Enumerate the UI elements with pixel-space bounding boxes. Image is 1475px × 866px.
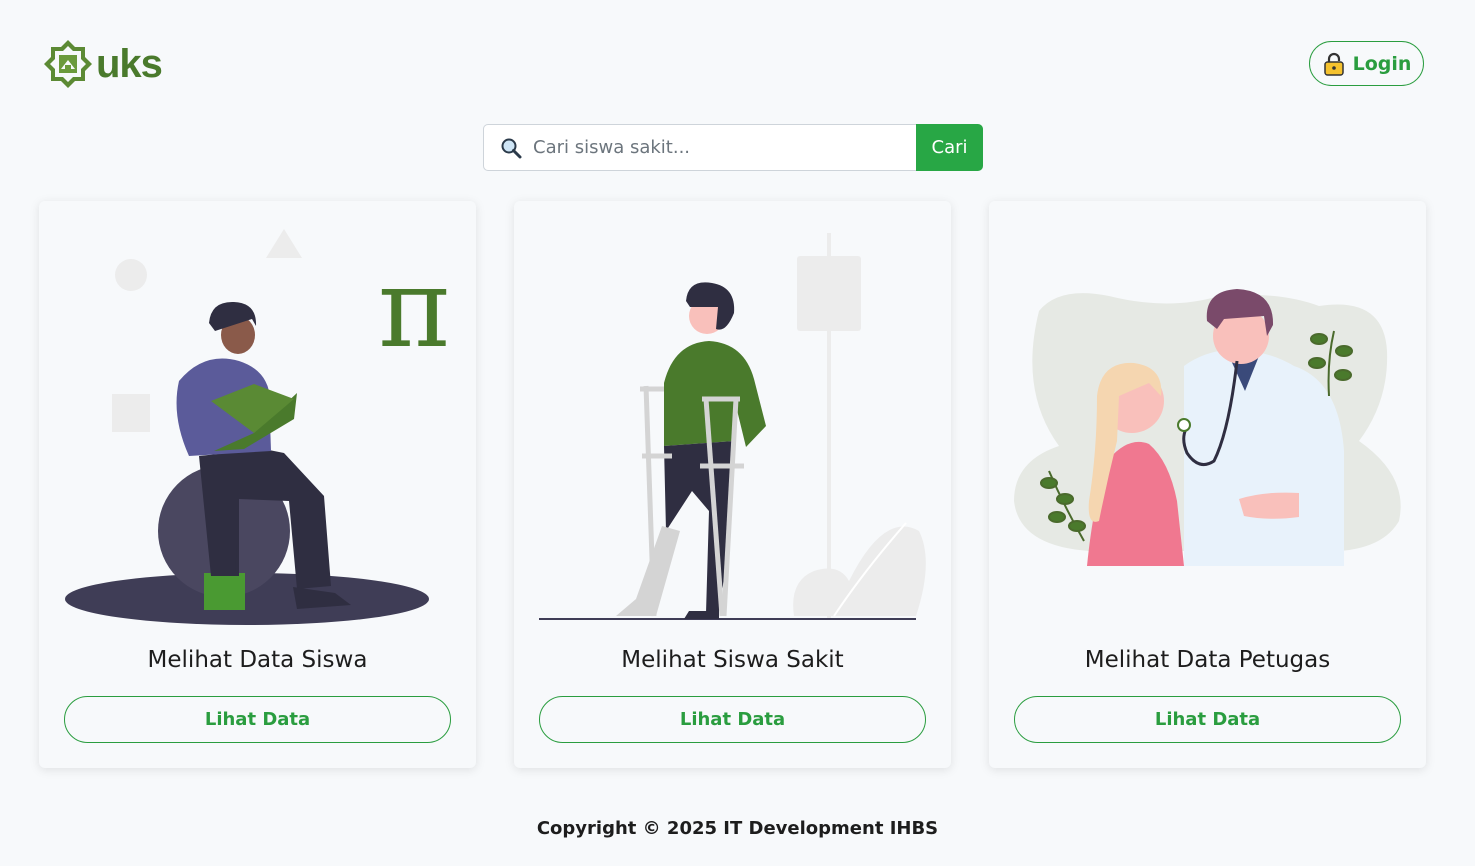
search-box <box>483 124 916 171</box>
logo-text: uks <box>96 42 163 86</box>
footer-copyright: Copyright © 2025 IT Development IHBS <box>536 818 939 839</box>
lock-icon <box>1323 52 1344 76</box>
card-data-petugas: Melihat Data Petugas Lihat Data <box>989 201 1426 768</box>
lihat-data-siswa-button[interactable]: Lihat Data <box>64 696 451 743</box>
lihat-data-petugas-button[interactable]: Lihat Data <box>1014 696 1401 743</box>
card-title: Melihat Data Petugas <box>1084 647 1331 673</box>
card-data-siswa: π Melihat Data Siswa Lihat Data <box>39 201 476 768</box>
uks-logo[interactable]: uks <box>42 38 172 90</box>
injured-student-crutches-illustration <box>539 233 926 620</box>
login-label: Login <box>1352 52 1412 75</box>
card-siswa-sakit: Melihat Siswa Sakit Lihat Data <box>514 201 951 768</box>
logo-emblem-icon <box>44 40 92 88</box>
doctor-patient-illustration <box>1014 289 1401 566</box>
lihat-siswa-sakit-button[interactable]: Lihat Data <box>539 696 926 743</box>
search-button[interactable]: Cari <box>916 124 983 171</box>
card-title: Melihat Data Siswa <box>147 647 368 673</box>
search-bar: Cari <box>483 124 983 171</box>
search-icon <box>501 138 522 158</box>
student-reading-illustration: π <box>65 229 450 625</box>
search-input[interactable] <box>531 136 916 159</box>
card-title: Melihat Siswa Sakit <box>621 647 844 673</box>
pi-symbol-icon: π <box>378 244 450 372</box>
login-button[interactable]: Login <box>1309 41 1424 86</box>
